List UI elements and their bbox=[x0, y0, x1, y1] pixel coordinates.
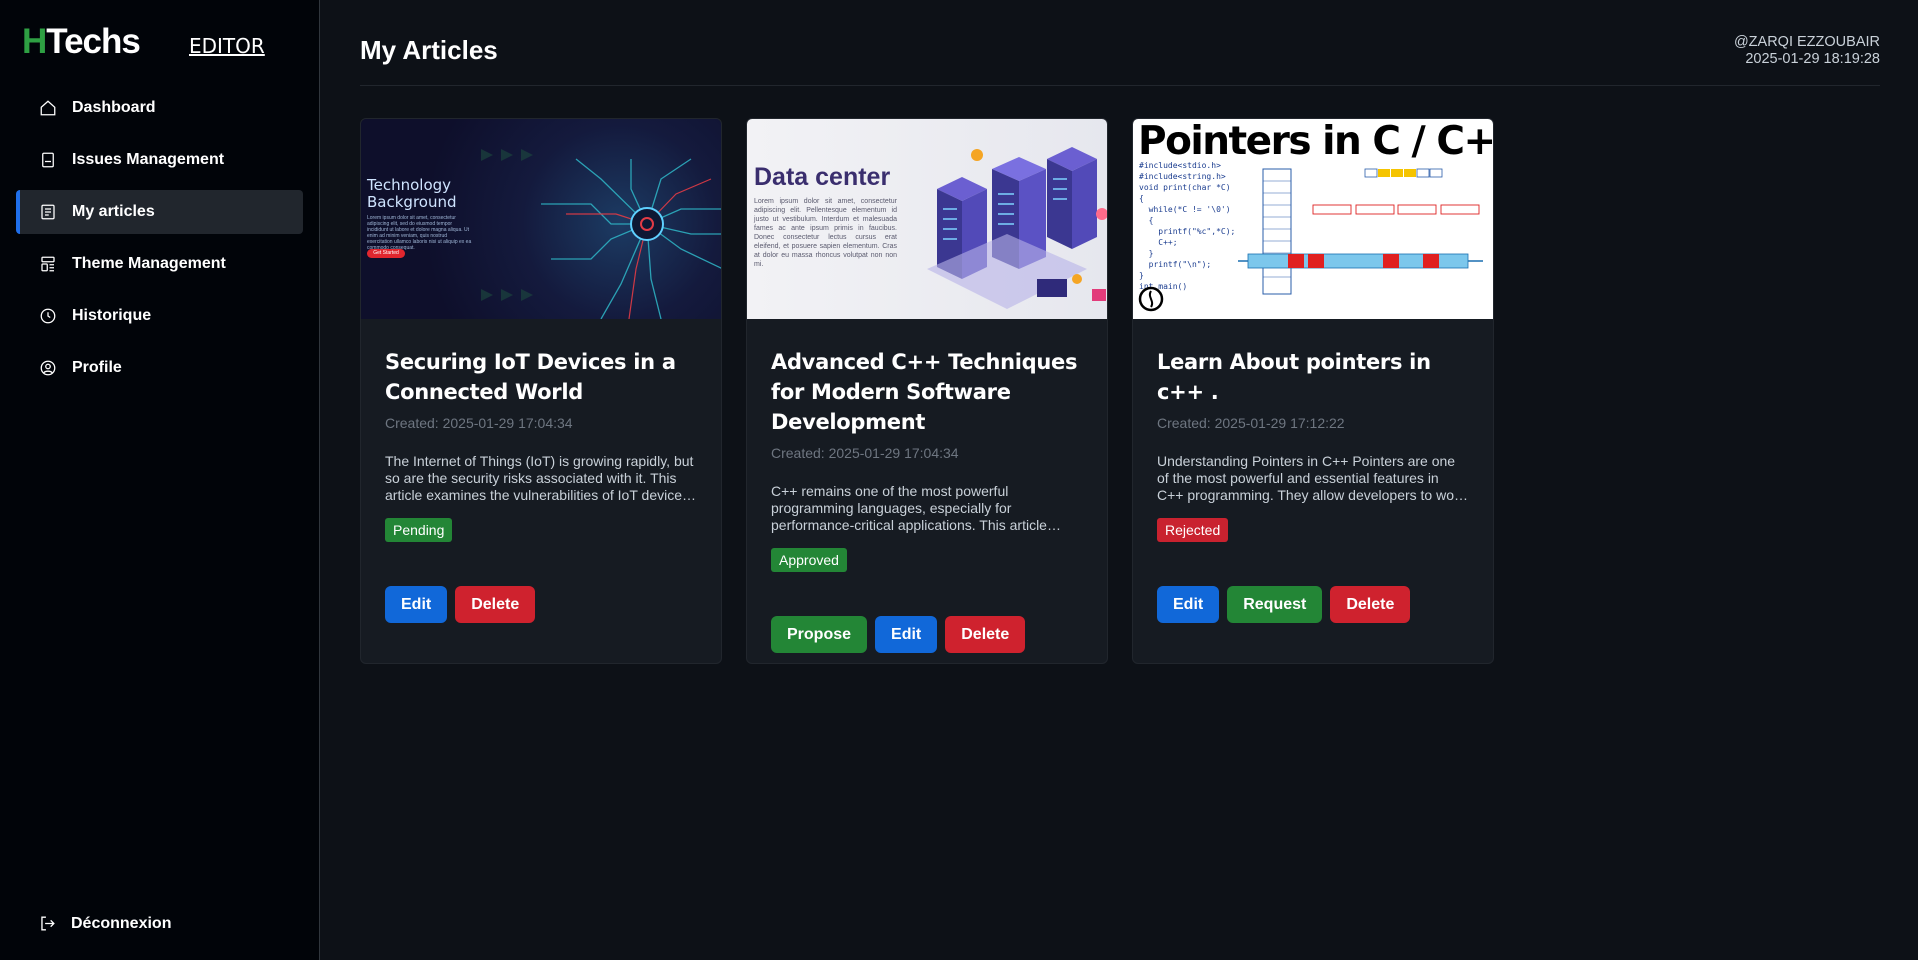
thumbnail-text: Lorem ipsum dolor sit amet, consectetur … bbox=[367, 215, 472, 251]
article-title[interactable]: Advanced C++ Techniques for Modern Softw… bbox=[771, 347, 1083, 437]
thumbnail-title: Technology Background bbox=[367, 176, 457, 211]
sidebar: HTechs EDITOR Dashboard Issues Managemen… bbox=[0, 0, 320, 960]
logo-text: HTechs bbox=[22, 22, 141, 61]
page-title: My Articles bbox=[360, 35, 498, 65]
sidebar-item-my-articles[interactable]: My articles bbox=[16, 190, 303, 234]
sidebar-item-label: Theme Management bbox=[72, 255, 226, 272]
sidebar-item-label: Historique bbox=[72, 307, 152, 324]
user-circle-icon bbox=[38, 358, 58, 378]
sidebar-item-profile[interactable]: Profile bbox=[16, 346, 303, 390]
home-icon bbox=[38, 98, 58, 118]
user-info: @ZARQI EZZOUBAIR 2025-01-29 18:19:28 bbox=[1734, 34, 1880, 68]
article-card: Data center Lorem ipsum dolor sit amet, … bbox=[746, 118, 1108, 664]
edit-button[interactable]: Edit bbox=[385, 586, 448, 623]
propose-button[interactable]: Propose bbox=[771, 616, 868, 653]
logout-button[interactable]: Déconnexion bbox=[38, 914, 171, 933]
thumbnail-button: Get Started bbox=[367, 249, 405, 258]
sidebar-item-historique[interactable]: Historique bbox=[16, 294, 303, 338]
sidebar-item-dashboard[interactable]: Dashboard bbox=[16, 86, 303, 130]
article-title[interactable]: Learn About pointers in c++ . bbox=[1157, 347, 1469, 407]
thumbnail-title: Data center bbox=[754, 163, 891, 191]
article-card: Technology Background Lorem ipsum dolor s… bbox=[360, 118, 722, 664]
sidebar-item-label: My articles bbox=[72, 203, 155, 220]
delete-button[interactable]: Delete bbox=[1330, 586, 1411, 623]
delete-button[interactable]: Delete bbox=[945, 616, 1026, 653]
article-title[interactable]: Securing IoT Devices in a Connected Worl… bbox=[385, 347, 697, 407]
logout-icon bbox=[41, 916, 55, 931]
sidebar-item-label: Dashboard bbox=[72, 99, 156, 116]
thumbnail-text: Lorem ipsum dolor sit amet, consectetur … bbox=[754, 198, 897, 268]
article-icon bbox=[38, 202, 58, 222]
book-icon bbox=[38, 150, 58, 170]
sidebar-item-theme[interactable]: Theme Management bbox=[16, 242, 303, 286]
role-link[interactable]: EDITOR bbox=[189, 34, 265, 58]
article-created-date: Created: 2025-01-29 17:04:34 bbox=[385, 415, 573, 431]
logout-label: Déconnexion bbox=[71, 914, 172, 932]
edit-button[interactable]: Edit bbox=[875, 616, 938, 653]
sidebar-item-label: Issues Management bbox=[72, 151, 225, 168]
layout-icon bbox=[38, 254, 58, 274]
article-card: Pointers in C / C++ #include<stdio.h> #i… bbox=[1132, 118, 1494, 664]
request-button[interactable]: Request bbox=[1227, 586, 1323, 623]
status-badge: Pending bbox=[385, 518, 453, 542]
brand-logo[interactable]: HTechs bbox=[22, 22, 141, 62]
status-badge: Approved bbox=[771, 548, 847, 572]
article-thumbnail: Data center Lorem ipsum dolor sit amet, … bbox=[747, 119, 1107, 319]
header-divider bbox=[360, 85, 1880, 86]
clock-icon bbox=[38, 306, 58, 326]
memory-diagram bbox=[1138, 168, 1483, 312]
article-thumbnail: Pointers in C / C++ #include<stdio.h> #i… bbox=[1133, 119, 1493, 319]
article-excerpt: Understanding Pointers in C++ Pointers a… bbox=[1157, 453, 1466, 503]
status-badge: Rejected bbox=[1157, 518, 1229, 542]
delete-button[interactable]: Delete bbox=[455, 586, 536, 623]
edit-button[interactable]: Edit bbox=[1157, 586, 1220, 623]
sidebar-item-issues[interactable]: Issues Management bbox=[16, 138, 303, 182]
article-excerpt: C++ remains one of the most powerful pro… bbox=[771, 483, 1047, 533]
article-created-date: Created: 2025-01-29 17:12:22 bbox=[1157, 415, 1345, 431]
article-thumbnail: Technology Background Lorem ipsum dolor s… bbox=[361, 119, 721, 319]
sidebar-item-label: Profile bbox=[72, 359, 122, 376]
username: @ZARQI EZZOUBAIR bbox=[1733, 34, 1880, 50]
article-excerpt: The Internet of Things (IoT) is growing … bbox=[385, 453, 694, 503]
article-created-date: Created: 2025-01-29 17:04:34 bbox=[771, 445, 959, 461]
current-datetime: 2025-01-29 18:19:28 bbox=[1745, 51, 1880, 67]
sidebar-nav: Dashboard Issues Management My articles … bbox=[16, 86, 303, 398]
